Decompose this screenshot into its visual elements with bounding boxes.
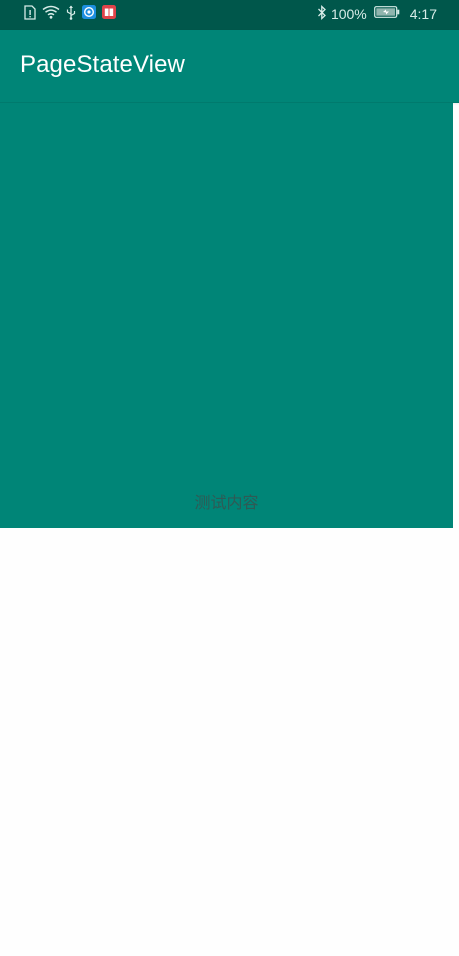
status-bar-right: 100% 4:17: [317, 4, 437, 24]
page-state-content: 测试内容: [0, 103, 453, 528]
wifi-icon: [42, 5, 60, 23]
bluetooth-icon: [317, 4, 327, 24]
toolbar-title: PageStateView: [20, 51, 185, 78]
battery-percentage: 100%: [330, 6, 367, 22]
app-screen: 100% 4:17 PageStateView 测试内容: [0, 0, 459, 956]
status-bar-left: [24, 4, 116, 24]
status-bar: 100% 4:17: [0, 0, 459, 30]
battery-icon: [373, 5, 400, 23]
browser-app-icon: [82, 5, 96, 23]
sim-alert-icon: [24, 4, 36, 24]
clock: 4:17: [409, 6, 437, 22]
content-text: 测试内容: [194, 493, 259, 512]
app-toolbar: PageStateView: [0, 30, 459, 103]
book-app-icon: [102, 5, 116, 23]
usb-icon: [66, 5, 76, 24]
